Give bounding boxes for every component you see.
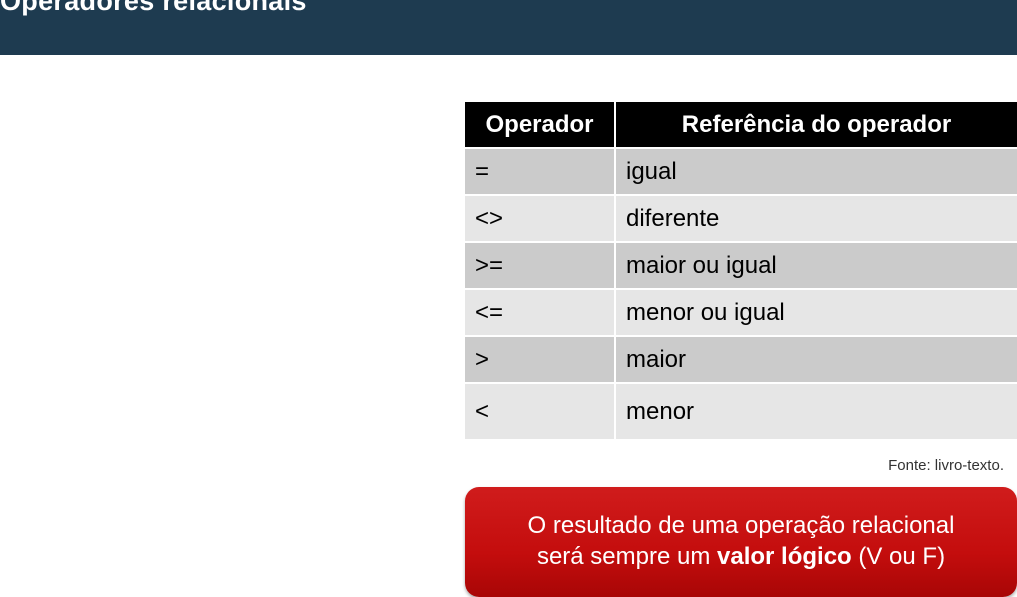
callout-line-1: O resultado de uma operação relacional [527, 512, 955, 539]
operator-cell: <= [465, 288, 616, 336]
reference-cell: igual [615, 147, 1017, 195]
callout-emphasis: valor lógico [717, 543, 852, 570]
reference-cell: menor ou igual [615, 288, 1017, 336]
operator-cell: = [465, 147, 616, 195]
operator-cell: > [465, 335, 616, 383]
reference-cell: maior [615, 335, 1017, 383]
callout-text-suffix: (V ou F) [851, 543, 946, 570]
column-header-operator: Operador [465, 102, 616, 148]
callout-line-2: será sempre um valor lógico (V ou F) [465, 541, 1017, 572]
reference-cell: diferente [615, 194, 1017, 242]
reference-cell: maior ou igual [615, 241, 1017, 289]
table-row: <> diferente [465, 194, 1017, 242]
callout-text-prefix: será sempre um [536, 543, 717, 570]
table-row: <= menor ou igual [465, 288, 1017, 336]
source-caption: Fonte: livro-texto. [888, 457, 1004, 474]
operator-cell: >= [465, 241, 616, 289]
operators-table: Operador Referência do operador = igual … [465, 102, 1017, 439]
table-row: = igual [465, 147, 1017, 195]
title-bar: Operadores relacionais [0, 0, 1017, 55]
operator-cell: < [465, 382, 616, 439]
column-header-reference: Referência do operador [615, 102, 1017, 148]
reference-cell: menor [615, 382, 1017, 439]
operator-cell: <> [465, 194, 616, 242]
table-row: > maior [465, 335, 1017, 383]
table-row: < menor [465, 382, 1017, 439]
table-row: >= maior ou igual [465, 241, 1017, 289]
table-header-row: Operador Referência do operador [465, 102, 1017, 148]
page-title: Operadores relacionais [0, 0, 307, 16]
callout-box: O resultado de uma operação relacional s… [465, 487, 1017, 597]
